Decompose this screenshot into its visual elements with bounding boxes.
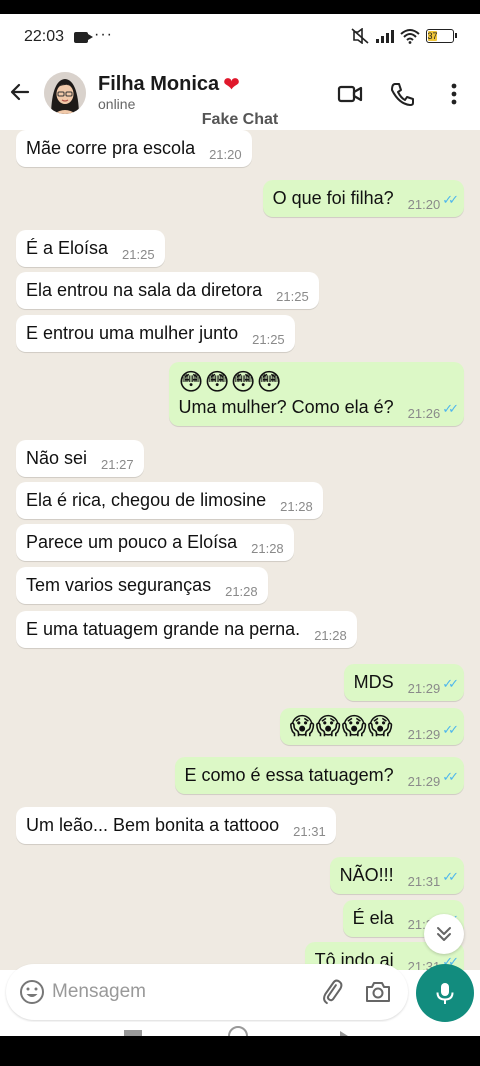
message-time: 21:25 [252, 332, 285, 347]
message-outgoing[interactable]: 😱😱😱😱 21:29 ✓✓ [279, 708, 464, 745]
message-time: 21:31 [293, 824, 326, 839]
message-text: Parece um pouco a Eloísa [26, 532, 238, 552]
message-time: 21:26 [407, 406, 441, 421]
video-recording-icon [74, 32, 93, 43]
status-indicators: 37 [350, 28, 457, 44]
message-incoming[interactable]: Um leão... Bem bonita a tattooo 21:31 [16, 807, 336, 844]
message-incoming[interactable]: Ela entrou na sala da diretora 21:25 [16, 272, 319, 309]
message-text: MDS [353, 672, 394, 692]
contact-name-text: Filha Monica [98, 73, 220, 95]
message-text: Uma mulher? Como ela é? [178, 397, 394, 417]
message-time: 21:27 [101, 457, 134, 472]
phone-call-icon[interactable] [388, 80, 416, 108]
battery-icon: 37 [426, 29, 457, 43]
message-text: Não sei [26, 448, 88, 468]
message-time: 21:29 [407, 774, 441, 789]
read-receipt-icon: ✓✓ [442, 869, 459, 884]
message-outgoing[interactable]: MDS 21:29 ✓✓ [343, 664, 464, 701]
message-incoming[interactable]: Tem varios seguranças 21:28 [16, 567, 268, 604]
message-text: Ela entrou na sala da diretora [26, 280, 263, 300]
chat-area[interactable]: Mãe corre pra escola 21:20 O que foi filh… [0, 130, 480, 970]
attach-paperclip-icon[interactable] [318, 978, 346, 1006]
message-text: E entrou uma mulher junto [26, 323, 239, 343]
bottom-black-strip [0, 1036, 480, 1066]
message-time: 21:25 [122, 247, 155, 262]
message-incoming[interactable]: E entrou uma mulher junto 21:25 [16, 315, 295, 352]
contact-name[interactable]: Filha Monica ❤ [98, 72, 240, 97]
message-time: 21:28 [280, 499, 313, 514]
video-call-icon[interactable] [336, 80, 364, 108]
phone-screen: 22:03 ··· 37 Filha Monica ❤ online Mãe c… [0, 14, 480, 1036]
message-text: NÃO!!! [339, 865, 394, 885]
read-receipt-icon: ✓✓ [442, 769, 459, 784]
message-text: Tem varios seguranças [26, 575, 212, 595]
signal-icon [376, 29, 394, 43]
message-text: É a Eloísa [26, 238, 109, 258]
message-incoming[interactable]: Não sei 21:27 [16, 440, 144, 477]
message-input[interactable]: Mensagem [52, 981, 146, 1003]
message-time: 21:29 [407, 727, 441, 742]
message-outgoing[interactable]: 😳😳😳😳 Uma mulher? Como ela é? 21:26 ✓✓ [168, 362, 464, 426]
emoji-smiley-icon[interactable] [18, 978, 46, 1006]
menu-dots-icon[interactable] [440, 80, 468, 108]
scroll-to-bottom-button[interactable] [424, 914, 464, 954]
contact-presence: online [98, 96, 136, 112]
message-incoming[interactable]: Parece um pouco a Eloísa 21:28 [16, 524, 294, 561]
status-time: 22:03 [24, 28, 65, 45]
microphone-icon [436, 983, 454, 1004]
message-emoji: 😱😱😱😱 [289, 713, 394, 740]
back-arrow-icon[interactable] [8, 80, 32, 104]
message-time: 21:28 [251, 541, 284, 556]
message-text: Um leão... Bem bonita a tattooo [26, 815, 280, 835]
message-text: Mãe corre pra escola [26, 138, 196, 158]
mute-icon [351, 28, 369, 44]
chevron-double-down-icon [437, 927, 451, 941]
avatar-portrait-icon [44, 72, 86, 114]
message-time: 21:29 [407, 681, 441, 696]
message-outgoing[interactable]: O que foi filha? 21:20 ✓✓ [262, 180, 464, 217]
message-incoming[interactable]: Mãe corre pra escola 21:20 [16, 130, 252, 167]
message-time: 21:20 [407, 197, 441, 212]
battery-level: 37 [427, 31, 438, 41]
message-emoji: 😳😳😳😳 [178, 369, 283, 396]
read-receipt-icon: ✓✓ [442, 401, 459, 416]
avatar[interactable] [44, 72, 86, 114]
status-bar: 22:03 ··· 37 [0, 14, 480, 62]
system-nav-bar [0, 1022, 480, 1036]
more-notifications-icon: ··· [94, 26, 113, 43]
watermark: Fake Chat [201, 111, 279, 128]
message-text: E uma tatuagem grande na perna. [26, 619, 301, 639]
microphone-button[interactable] [416, 964, 474, 1022]
message-time: 21:25 [276, 289, 309, 304]
message-outgoing[interactable]: E como é essa tatuagem? 21:29 ✓✓ [174, 757, 464, 794]
message-time: 21:31 [407, 874, 441, 889]
message-outgoing[interactable]: NÃO!!! 21:31 ✓✓ [329, 857, 464, 894]
message-composer[interactable]: Mensagem [6, 964, 408, 1020]
message-time: 21:28 [225, 584, 258, 599]
message-text: Ela é rica, chegou de limosine [26, 490, 267, 510]
message-text: É ela [352, 908, 394, 928]
message-incoming[interactable]: É a Eloísa 21:25 [16, 230, 165, 267]
read-receipt-icon: ✓✓ [442, 192, 459, 207]
message-text: O que foi filha? [272, 188, 394, 208]
message-incoming[interactable]: Ela é rica, chegou de limosine 21:28 [16, 482, 323, 519]
message-time: 21:28 [314, 628, 347, 643]
message-text: E como é essa tatuagem? [184, 765, 394, 785]
read-receipt-icon: ✓✓ [442, 676, 459, 691]
message-incoming[interactable]: E uma tatuagem grande na perna. 21:28 [16, 611, 357, 648]
heart-icon: ❤ [223, 74, 240, 96]
wifi-icon [400, 29, 420, 44]
camera-icon[interactable] [364, 978, 392, 1006]
read-receipt-icon: ✓✓ [442, 722, 459, 737]
top-black-strip [0, 0, 480, 14]
message-time: 21:20 [209, 147, 242, 162]
nav-buttons-icon [124, 1026, 348, 1036]
